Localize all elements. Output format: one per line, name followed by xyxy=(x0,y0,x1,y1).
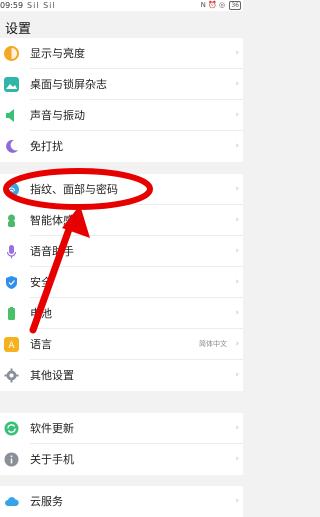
item-label: 智能体感 xyxy=(30,214,74,227)
status-indicators: N ⏰ ◎ xyxy=(200,1,226,9)
chevron-right-icon: › xyxy=(235,496,239,506)
update-icon xyxy=(4,421,19,436)
item-label: 电池 xyxy=(30,307,52,320)
chevron-right-icon: › xyxy=(235,48,239,58)
chevron-right-icon: › xyxy=(235,339,239,349)
item-voice-assistant[interactable]: 语音助手 › xyxy=(0,236,243,267)
item-label: 关于手机 xyxy=(30,453,74,466)
item-sound-vibration[interactable]: 声音与振动 › xyxy=(0,100,243,131)
item-label: 其他设置 xyxy=(30,369,74,382)
microphone-icon xyxy=(4,244,19,259)
status-time: 09:59 xyxy=(0,1,24,10)
chevron-right-icon: › xyxy=(235,141,239,151)
chevron-right-icon: › xyxy=(235,454,239,464)
language-value: 简体中文 xyxy=(199,340,227,348)
gear-icon xyxy=(4,368,19,383)
battery-level: 36 xyxy=(229,0,241,10)
item-wallpaper[interactable]: 桌面与锁屏杂志 › xyxy=(0,69,243,100)
language-icon: A xyxy=(4,337,19,352)
chevron-right-icon: › xyxy=(235,246,239,256)
settings-group-cloud: 云服务 › xyxy=(0,486,243,517)
chevron-right-icon: › xyxy=(235,184,239,194)
item-label: 语音助手 xyxy=(30,245,74,258)
signal-icon: Sil Sil xyxy=(27,1,56,10)
item-other-settings[interactable]: 其他设置 › xyxy=(0,360,243,391)
item-label: 软件更新 xyxy=(30,422,74,435)
chevron-right-icon: › xyxy=(235,423,239,433)
item-display-brightness[interactable]: 显示与亮度 › xyxy=(0,38,243,69)
item-label: 显示与亮度 xyxy=(30,47,85,60)
item-label: 桌面与锁屏杂志 xyxy=(30,78,107,91)
item-about-phone[interactable]: 关于手机 › xyxy=(0,444,243,475)
shield-icon xyxy=(4,275,19,290)
chevron-right-icon: › xyxy=(235,277,239,287)
item-cloud-service[interactable]: 云服务 › xyxy=(0,486,243,517)
item-label: 声音与振动 xyxy=(30,109,85,122)
chevron-right-icon: › xyxy=(235,215,239,225)
settings-group-system: 软件更新 › 关于手机 › xyxy=(0,413,243,475)
item-label: 安全 xyxy=(30,276,52,289)
fingerprint-icon xyxy=(4,182,19,197)
item-do-not-disturb[interactable]: 免打扰 › xyxy=(0,131,243,162)
display-brightness-icon xyxy=(4,46,19,61)
settings-group-display: 显示与亮度 › 桌面与锁屏杂志 › 声音与振动 › 免打扰 › xyxy=(0,38,243,162)
item-label: 免打扰 xyxy=(30,140,63,153)
chevron-right-icon: › xyxy=(235,308,239,318)
moon-icon xyxy=(4,139,19,154)
smart-motion-icon xyxy=(4,213,19,228)
info-icon xyxy=(4,452,19,467)
wallpaper-icon xyxy=(4,77,19,92)
chevron-right-icon: › xyxy=(235,110,239,120)
chevron-right-icon: › xyxy=(235,79,239,89)
item-battery[interactable]: 电池 › xyxy=(0,298,243,329)
status-bar: 09:59 Sil Sil N ⏰ ◎ 36 xyxy=(0,0,243,11)
chevron-right-icon: › xyxy=(235,370,239,380)
item-smart-motion[interactable]: 智能体感 › xyxy=(0,205,243,236)
item-label: 云服务 xyxy=(30,495,63,508)
item-label: 指纹、面部与密码 xyxy=(30,183,118,196)
item-label: 语言 xyxy=(30,338,52,351)
battery-icon xyxy=(4,306,19,321)
item-software-update[interactable]: 软件更新 › xyxy=(0,413,243,444)
svg-text:A: A xyxy=(8,341,15,351)
item-fingerprint-face-password[interactable]: 指纹、面部与密码 › xyxy=(0,174,243,205)
cloud-icon xyxy=(4,494,19,509)
page-title: 设置 xyxy=(5,22,32,37)
status-icons: N ⏰ ◎ 36 xyxy=(201,0,241,11)
sound-icon xyxy=(4,108,19,123)
item-security[interactable]: 安全 › xyxy=(0,267,243,298)
item-language[interactable]: A 语言 简体中文 › xyxy=(0,329,243,360)
settings-group-security: 指纹、面部与密码 › 智能体感 › 语音助手 › 安全 › 电池 › A 语言 … xyxy=(0,174,243,391)
